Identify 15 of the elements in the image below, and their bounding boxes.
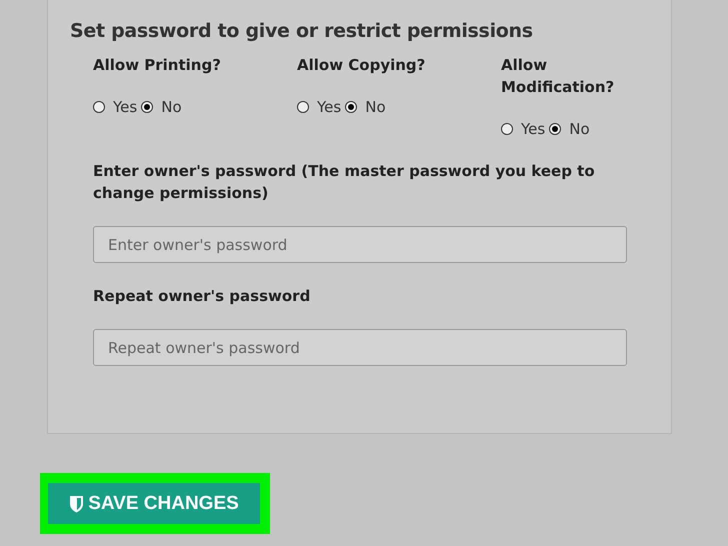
radio-option[interactable]: Yes [297, 98, 342, 116]
permission-label: Allow Copying? [297, 55, 426, 76]
radio-option[interactable]: No [141, 98, 182, 116]
permission-label: Allow Printing? [93, 55, 222, 76]
radio-option[interactable]: Yes [501, 120, 546, 138]
field-label: Enter owner's password (The master password you keep to change permissions) [93, 161, 596, 204]
section-title: Set password to give or restrict permissions [70, 20, 534, 42]
radio-option[interactable]: No [549, 120, 590, 138]
password-field[interactable]: Enter owner's password [93, 226, 627, 263]
password-field[interactable]: Repeat owner's password [93, 329, 627, 366]
permission-label: Allow Modification? [501, 55, 616, 98]
shield-icon [69, 494, 84, 512]
radio-option[interactable]: Yes [93, 98, 138, 116]
field-label: Repeat owner's password [93, 286, 312, 307]
radio-option[interactable]: No [345, 98, 386, 116]
